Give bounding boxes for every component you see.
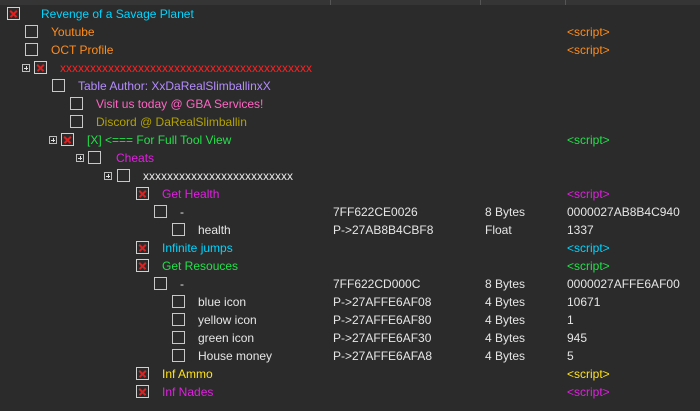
row-description: OCT Profile: [51, 43, 114, 57]
inactive-checkbox[interactable]: [88, 151, 101, 164]
row-value: 0000027AFFE6AF00: [567, 277, 680, 291]
inactive-checkbox[interactable]: [172, 223, 185, 236]
table-row[interactable]: OCT Profile <script>: [0, 41, 700, 59]
row-description: Inf Ammo: [162, 367, 213, 381]
inactive-checkbox[interactable]: [25, 43, 38, 56]
row-type: 8 Bytes: [485, 205, 526, 219]
row-description: yellow icon: [198, 313, 257, 327]
row-type: 4 Bytes: [485, 295, 526, 309]
table-row[interactable]: Visit us today @ GBA Services!: [0, 95, 700, 113]
table-row[interactable]: Infinite jumps <script>: [0, 239, 700, 257]
row-value: 1337: [567, 223, 594, 237]
row-address: P->27AFFE6AF08: [333, 295, 432, 309]
table-row[interactable]: Inf Ammo <script>: [0, 365, 700, 383]
expand-toggle-icon[interactable]: [22, 64, 30, 72]
row-address: P->27AB8B4CBF8: [333, 223, 434, 237]
inactive-checkbox[interactable]: [172, 349, 185, 362]
table-row[interactable]: - 7FF622CD000C 8 Bytes 0000027AFFE6AF00: [0, 275, 700, 293]
row-address: 7FF622CD000C: [333, 277, 421, 291]
row-type: 4 Bytes: [485, 349, 526, 363]
row-value: <script>: [567, 43, 610, 57]
table-row[interactable]: Get Health <script>: [0, 185, 700, 203]
row-value: <script>: [567, 25, 610, 39]
expand-toggle-icon[interactable]: [76, 154, 84, 162]
active-checkbox[interactable]: [136, 385, 149, 398]
row-description: Inf Nades: [162, 385, 214, 399]
inactive-checkbox[interactable]: [70, 115, 83, 128]
row-value: 0000027AB8B4C940: [567, 205, 680, 219]
table-row[interactable]: Youtube <script>: [0, 23, 700, 41]
active-checkbox[interactable]: [136, 187, 149, 200]
row-description: House money: [198, 349, 273, 363]
row-description: xxxxxxxxxxxxxxxxxxxxxxxxx: [143, 169, 293, 183]
row-address: P->27AFFE6AF80: [333, 313, 432, 327]
inactive-checkbox[interactable]: [25, 25, 38, 38]
row-description: [X] <=== For Full Tool View: [87, 133, 232, 147]
row-description: health: [198, 223, 231, 237]
table-row[interactable]: xxxxxxxxxxxxxxxxxxxxxxxxxxxxxxxxxxxxxxxx…: [0, 59, 700, 77]
row-address: P->27AFFE6AF30: [333, 331, 432, 345]
row-value: <script>: [567, 385, 610, 399]
row-value: 945: [567, 331, 588, 345]
active-checkbox[interactable]: [61, 133, 74, 146]
active-checkbox[interactable]: [34, 61, 47, 74]
row-description: -: [180, 205, 184, 219]
row-description: Visit us today @ GBA Services!: [96, 97, 264, 111]
row-value: 10671: [567, 295, 601, 309]
row-value: 1: [567, 313, 574, 327]
row-description: Discord @ DaRealSlimballin: [96, 115, 247, 129]
row-description: Table Author: XxDaRealSlimballinxX: [78, 79, 271, 93]
row-description: -: [180, 277, 184, 291]
table-row[interactable]: health P->27AB8B4CBF8 Float 1337: [0, 221, 700, 239]
table-row[interactable]: - 7FF622CE0026 8 Bytes 0000027AB8B4C940: [0, 203, 700, 221]
row-type: Float: [485, 223, 512, 237]
row-description: blue icon: [198, 295, 247, 309]
inactive-checkbox[interactable]: [154, 277, 167, 290]
table-row[interactable]: green icon P->27AFFE6AF30 4 Bytes 945: [0, 329, 700, 347]
table-row[interactable]: Inf Nades <script>: [0, 383, 700, 401]
row-type: 4 Bytes: [485, 313, 526, 327]
row-description: Revenge of a Savage Planet: [41, 7, 194, 21]
inactive-checkbox[interactable]: [70, 97, 83, 110]
row-description: Get Resouces: [162, 259, 239, 273]
row-type: 8 Bytes: [485, 277, 526, 291]
row-value: 5: [567, 349, 574, 363]
table-row[interactable]: yellow icon P->27AFFE6AF80 4 Bytes 1: [0, 311, 700, 329]
row-value: <script>: [567, 367, 610, 381]
inactive-checkbox[interactable]: [154, 205, 167, 218]
expand-toggle-icon[interactable]: [49, 136, 57, 144]
inactive-checkbox[interactable]: [117, 169, 130, 182]
table-row[interactable]: blue icon P->27AFFE6AF08 4 Bytes 10671: [0, 293, 700, 311]
table-row[interactable]: [X] <=== For Full Tool View <script>: [0, 131, 700, 149]
row-value: <script>: [567, 133, 610, 147]
row-description: Cheats: [116, 151, 155, 165]
table-row[interactable]: Revenge of a Savage Planet: [0, 5, 700, 23]
row-address: 7FF622CE0026: [333, 205, 418, 219]
row-value: <script>: [567, 259, 610, 273]
expand-toggle-icon[interactable]: [104, 172, 112, 180]
table-row[interactable]: Cheats: [0, 149, 700, 167]
active-checkbox[interactable]: [136, 367, 149, 380]
table-row[interactable]: Table Author: XxDaRealSlimballinxX: [0, 77, 700, 95]
row-description: Infinite jumps: [162, 241, 233, 255]
row-description: green icon: [198, 331, 255, 345]
row-value: <script>: [567, 241, 610, 255]
inactive-checkbox[interactable]: [172, 313, 185, 326]
table-row[interactable]: House money P->27AFFE6AFA8 4 Bytes 5: [0, 347, 700, 365]
table-row[interactable]: xxxxxxxxxxxxxxxxxxxxxxxxx: [0, 167, 700, 185]
inactive-checkbox[interactable]: [52, 79, 65, 92]
row-address: P->27AFFE6AFA8: [333, 349, 433, 363]
row-description: xxxxxxxxxxxxxxxxxxxxxxxxxxxxxxxxxxxxxxxx…: [60, 61, 312, 75]
inactive-checkbox[interactable]: [172, 331, 185, 344]
table-row[interactable]: Discord @ DaRealSlimballin: [0, 113, 700, 131]
active-checkbox[interactable]: [136, 259, 149, 272]
row-type: 4 Bytes: [485, 331, 526, 345]
row-description: Get Health: [162, 187, 220, 201]
row-description: Youtube: [51, 25, 95, 39]
active-checkbox[interactable]: [7, 7, 20, 20]
active-checkbox[interactable]: [136, 241, 149, 254]
row-value: <script>: [567, 187, 610, 201]
inactive-checkbox[interactable]: [172, 295, 185, 308]
table-row[interactable]: Get Resouces <script>: [0, 257, 700, 275]
